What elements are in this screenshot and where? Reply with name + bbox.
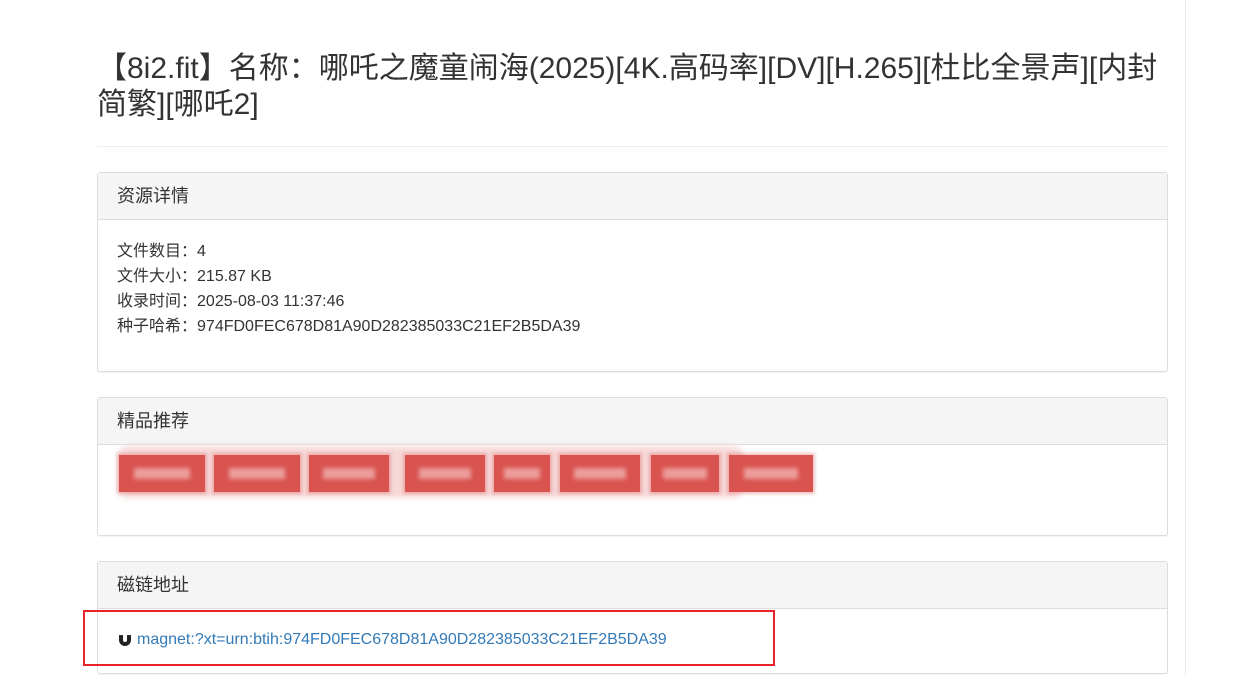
redacted-link[interactable] <box>560 455 640 492</box>
detail-indexed-time: 收录时间：2025-08-03 11:37:46 <box>117 289 1148 314</box>
resource-details-heading: 资源详情 <box>98 173 1167 220</box>
redacted-link[interactable] <box>214 455 300 492</box>
page-title: 【8i2.fit】名称：哪吒之魔童闹海(2025)[4K.高码率][DV][H.… <box>97 52 1158 121</box>
redacted-link[interactable] <box>405 455 485 492</box>
detail-label: 文件数目： <box>117 243 198 260</box>
detail-label: 收录时间： <box>117 293 198 310</box>
magnet-icon <box>117 631 133 654</box>
redacted-link[interactable] <box>119 455 205 492</box>
redacted-link[interactable] <box>651 455 719 492</box>
content-container: 【8i2.fit】名称：哪吒之魔童闹海(2025)[4K.高码率][DV][H.… <box>97 0 1168 674</box>
detail-label: 文件大小： <box>117 268 198 285</box>
detail-value: 215.87 KB <box>197 268 272 285</box>
magnet-panel: 磁链地址 magnet:?xt=urn:btih:974FD0FEC678D81… <box>97 561 1168 674</box>
detail-torrent-hash: 种子哈希：974FD0FEC678D81A90D282385033C21EF2B… <box>117 314 1148 339</box>
detail-label: 种子哈希： <box>117 318 198 335</box>
redacted-links-area <box>98 446 1167 504</box>
resource-details-panel: 资源详情 文件数目：4 文件大小：215.87 KB 收录时间：2025-08-… <box>97 172 1168 372</box>
magnet-link-row: magnet:?xt=urn:btih:974FD0FEC678D81A90D2… <box>98 609 1167 674</box>
detail-value: 4 <box>197 243 206 260</box>
detail-file-size: 文件大小：215.87 KB <box>117 264 1148 289</box>
page: 【8i2.fit】名称：哪吒之魔童闹海(2025)[4K.高码率][DV][H.… <box>0 0 1259 675</box>
resource-details-body: 文件数目：4 文件大小：215.87 KB 收录时间：2025-08-03 11… <box>98 220 1167 358</box>
redacted-link[interactable] <box>309 455 389 492</box>
title-divider <box>97 146 1168 147</box>
magnet-heading: 磁链地址 <box>98 562 1167 609</box>
detail-value: 974FD0FEC678D81A90D282385033C21EF2B5DA39 <box>197 318 581 335</box>
detail-file-count: 文件数目：4 <box>117 239 1148 264</box>
detail-value: 2025-08-03 11:37:46 <box>197 293 345 310</box>
recommended-panel: 精品推荐 <box>97 397 1168 536</box>
magnet-link[interactable]: magnet:?xt=urn:btih:974FD0FEC678D81A90D2… <box>137 631 667 648</box>
recommended-heading: 精品推荐 <box>98 398 1167 445</box>
redacted-link[interactable] <box>729 455 813 492</box>
redacted-link[interactable] <box>494 455 550 492</box>
scroll-edge-divider <box>1185 0 1186 675</box>
